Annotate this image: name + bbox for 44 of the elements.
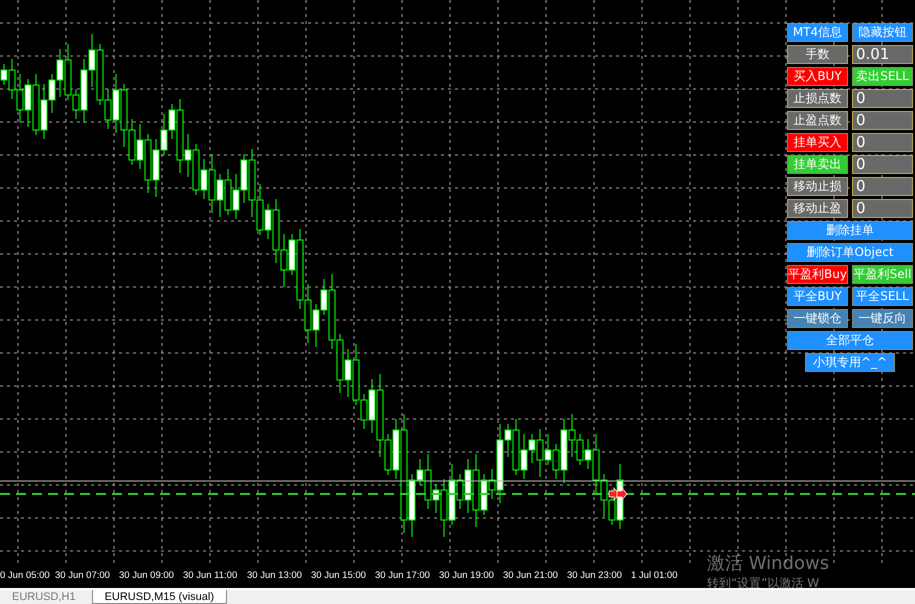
arrow-icon bbox=[608, 487, 620, 501]
input-field[interactable]: 0 bbox=[852, 111, 913, 130]
panel-label: 移动止损 bbox=[787, 177, 848, 196]
panel-button[interactable]: 全部平仓 bbox=[787, 331, 913, 350]
time-label: 0 Jun 05:00 bbox=[0, 570, 51, 581]
panel-button[interactable]: 买入BUY bbox=[787, 67, 848, 86]
time-label: 30 Jun 21:00 bbox=[503, 570, 559, 581]
panel-button[interactable]: MT4信息 bbox=[787, 23, 848, 42]
panel-button[interactable]: 一键锁仓 bbox=[787, 309, 848, 328]
chart-tab[interactable]: EURUSD,M15 (visual) bbox=[92, 590, 227, 604]
panel-label: 手数 bbox=[787, 45, 848, 64]
panel-button[interactable]: 一键反向 bbox=[852, 309, 913, 328]
time-label: 30 Jun 11:00 bbox=[183, 570, 238, 581]
panel-button[interactable]: 删除挂单 bbox=[787, 221, 913, 240]
input-field[interactable]: 0 bbox=[852, 155, 913, 174]
panel-button[interactable]: 删除订单Object bbox=[787, 243, 913, 262]
time-label: 30 Jun 17:00 bbox=[375, 570, 431, 581]
input-field[interactable]: 0 bbox=[852, 89, 913, 108]
panel-label: 移动止盈 bbox=[787, 199, 848, 218]
panel-button[interactable]: 卖出SELL bbox=[852, 67, 913, 86]
time-label: 30 Jun 19:00 bbox=[439, 570, 495, 581]
time-label: 30 Jun 07:00 bbox=[55, 570, 111, 581]
activation-text: 转到“设置”以激活 W bbox=[707, 576, 820, 590]
time-label: 30 Jun 09:00 bbox=[119, 570, 175, 581]
panel-label: 止损点数 bbox=[787, 89, 848, 108]
panel-label: 止盈点数 bbox=[787, 111, 848, 130]
panel-button[interactable]: 平全BUY bbox=[787, 287, 848, 306]
time-label: 30 Jun 15:00 bbox=[311, 570, 367, 581]
panel-button[interactable]: 挂单卖出 bbox=[787, 155, 848, 174]
panel-button[interactable]: 挂单买入 bbox=[787, 133, 848, 152]
activation-title: 激活 Windows bbox=[707, 553, 830, 575]
panel-button[interactable]: 小琪专用^_^ bbox=[805, 353, 895, 372]
time-label: 30 Jun 13:00 bbox=[247, 570, 303, 581]
panel-button[interactable]: 平盈利Sell bbox=[852, 265, 913, 284]
input-field[interactable]: 0 bbox=[852, 199, 913, 218]
arrow-icon bbox=[616, 487, 628, 501]
panel-button[interactable]: 平全SELL bbox=[852, 287, 913, 306]
input-field[interactable]: 0 bbox=[852, 177, 913, 196]
panel-button[interactable]: 平盈利Buy bbox=[787, 265, 848, 284]
time-label: 1 Jul 01:00 bbox=[631, 570, 678, 581]
input-field[interactable]: 0.01 bbox=[852, 45, 913, 64]
input-field[interactable]: 0 bbox=[852, 133, 913, 152]
time-label: 30 Jun 23:00 bbox=[567, 570, 623, 581]
panel-button[interactable]: 隐藏按钮 bbox=[852, 23, 913, 42]
